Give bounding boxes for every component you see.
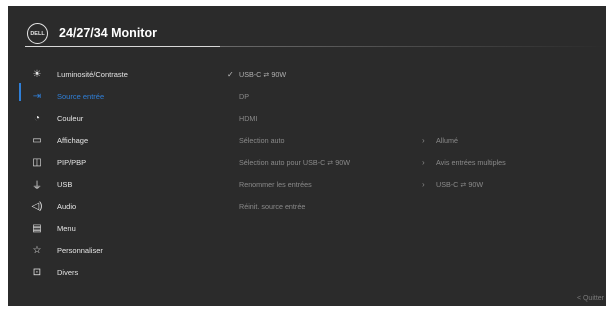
chevron-right-icon: › bbox=[422, 157, 425, 167]
sidebar-item-label: Menu bbox=[57, 223, 76, 233]
sidebar-item-label: Divers bbox=[57, 267, 79, 277]
value-label: USB-C ⇄ 90W bbox=[436, 179, 484, 189]
page-title: 24/27/34 Monitor bbox=[59, 26, 157, 40]
option-label: USB-C ⇄ 90W bbox=[239, 69, 287, 79]
sidebar-item-input-source[interactable]: ⇥ Source entrée bbox=[8, 87, 228, 105]
option-label: HDMI bbox=[239, 113, 258, 123]
sidebar-item-label: Audio bbox=[57, 201, 77, 211]
sidebar-item-personalize[interactable]: ☆ Personnaliser bbox=[8, 241, 228, 259]
sidebar-item-label: Affichage bbox=[57, 135, 89, 145]
quit-button[interactable]: < Quitter bbox=[577, 295, 604, 302]
speaker-icon: ◁) bbox=[31, 200, 43, 212]
sidebar-item-others[interactable]: ⊡ Divers bbox=[8, 263, 228, 281]
dell-logo: DELL bbox=[27, 23, 48, 44]
brightness-icon: ☀ bbox=[32, 68, 42, 80]
header-divider-fade bbox=[220, 46, 606, 47]
value-label: Avis entrées multiples bbox=[436, 157, 506, 167]
sidebar-item-label: Source entrée bbox=[57, 91, 105, 101]
chevron-right-icon: › bbox=[422, 135, 425, 145]
header-divider bbox=[25, 46, 220, 47]
option-label: Sélection auto bbox=[239, 135, 285, 145]
option-label: DP bbox=[239, 91, 249, 101]
menu-icon: ▤ bbox=[32, 222, 42, 234]
sidebar-item-brightness[interactable]: ☀ Luminosité/Contraste bbox=[8, 65, 228, 83]
pip-pbp-icon: ◫ bbox=[32, 156, 42, 168]
sidebar-item-label: Personnaliser bbox=[57, 245, 103, 255]
sidebar-item-menu[interactable]: ▤ Menu bbox=[8, 219, 228, 237]
option-label: Sélection auto pour USB-C ⇄ 90W bbox=[239, 157, 351, 167]
osd-window: DELL 24/27/34 Monitor ☀ Luminosité/Contr… bbox=[8, 6, 606, 306]
sidebar-item-display[interactable]: ▭ Affichage bbox=[8, 131, 228, 149]
header: DELL 24/27/34 Monitor bbox=[8, 6, 606, 52]
sidebar-item-audio[interactable]: ◁) Audio bbox=[8, 197, 228, 215]
sidebar-item-label: PIP/PBP bbox=[57, 157, 87, 167]
star-icon: ☆ bbox=[32, 244, 42, 256]
usb-icon: ⏚ bbox=[32, 180, 42, 192]
info-icon: ⊡ bbox=[32, 266, 42, 278]
display-icon: ▭ bbox=[32, 134, 42, 146]
checkmark-icon: ✓ bbox=[227, 69, 234, 79]
sidebar-item-label: USB bbox=[57, 179, 73, 189]
value-label: Allumé bbox=[436, 135, 458, 145]
chevron-right-icon: › bbox=[422, 179, 425, 189]
option-label: Renommer les entrées bbox=[239, 179, 312, 189]
input-source-icon: ⇥ bbox=[32, 90, 42, 102]
logo-text: DELL bbox=[30, 30, 45, 37]
sidebar-item-pip-pbp[interactable]: ◫ PIP/PBP bbox=[8, 153, 228, 171]
sidebar-item-usb[interactable]: ⏚ USB bbox=[8, 175, 228, 193]
color-palette-icon: ◔ bbox=[33, 112, 41, 124]
sidebar-item-color[interactable]: ◔ Couleur bbox=[8, 109, 228, 127]
sidebar-item-label: Couleur bbox=[57, 113, 84, 123]
sidebar-item-label: Luminosité/Contraste bbox=[57, 69, 128, 79]
option-label: Réinit. source entrée bbox=[239, 201, 306, 211]
